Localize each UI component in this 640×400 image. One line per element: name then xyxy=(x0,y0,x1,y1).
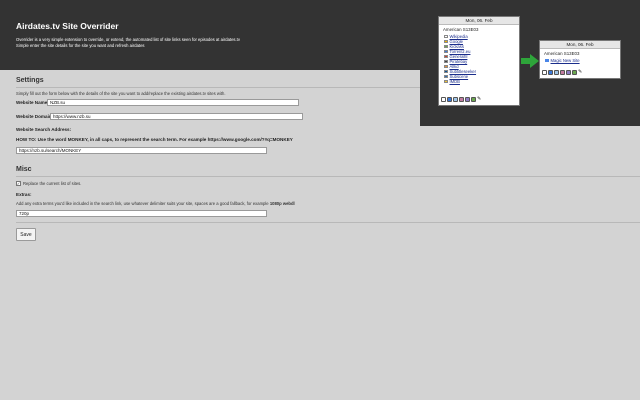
settings-divider xyxy=(16,87,420,88)
arrow-right-icon xyxy=(521,54,539,68)
wand-icon[interactable]: ✎ xyxy=(477,97,482,102)
preview-site-link[interactable]: IMDB xyxy=(450,79,460,84)
search-address-input[interactable] xyxy=(16,147,267,154)
site-icon xyxy=(444,44,448,49)
wand-icon[interactable]: ✎ xyxy=(578,70,583,75)
preview-site-item: Magic New Site xyxy=(545,58,620,63)
service-icon[interactable] xyxy=(465,97,470,102)
settings-intro: Simply fill out the form below with the … xyxy=(16,91,226,96)
preview-card-date: Mon, 06. Feb xyxy=(439,17,519,25)
site-icon xyxy=(444,69,448,74)
extras-description-text: Add any extra terms you'd like included … xyxy=(16,201,270,206)
website-name-input[interactable] xyxy=(47,99,299,106)
service-icon[interactable] xyxy=(441,97,446,102)
preview-site-list: Wikipedia Google Kickass Torrentz.eu General… xyxy=(439,34,519,84)
description-line-2: Simple enter the site details for the si… xyxy=(16,43,145,48)
service-icon[interactable] xyxy=(453,97,458,102)
preview-card-icons: ✎ xyxy=(441,97,483,102)
site-icon xyxy=(444,39,448,44)
site-icon xyxy=(444,49,448,54)
site-icon xyxy=(444,59,448,64)
service-icon[interactable] xyxy=(542,70,547,75)
website-domain-label: Website Domain: xyxy=(16,114,54,119)
check-icon: ✓ xyxy=(16,180,21,186)
site-icon xyxy=(444,64,448,69)
site-icon xyxy=(444,54,448,59)
extras-description-example: 1080p webdl xyxy=(269,201,295,206)
settings-heading: Settings xyxy=(16,77,44,84)
preview-card-show: American S13E03 xyxy=(443,27,479,32)
page-title: Airdates.tv Site Overrider xyxy=(16,21,119,31)
site-icon xyxy=(444,34,448,39)
site-icon xyxy=(545,58,549,63)
preview-card-before: Mon, 06. Feb American S13E03 Wikipedia Go… xyxy=(438,16,520,106)
service-icon[interactable] xyxy=(566,70,571,75)
replace-sites-label: Replace the current list of sites. xyxy=(23,181,82,186)
site-icon xyxy=(444,79,448,84)
service-icon[interactable] xyxy=(447,97,452,102)
website-domain-input[interactable] xyxy=(50,113,303,120)
preview-site-link[interactable]: Magic New Site xyxy=(551,58,580,63)
service-icon[interactable] xyxy=(459,97,464,102)
site-icon xyxy=(444,74,448,79)
preview-card-date: Mon, 06. Feb xyxy=(540,41,620,49)
footer-divider xyxy=(16,222,640,223)
service-icon[interactable] xyxy=(471,97,476,102)
service-icon[interactable] xyxy=(560,70,565,75)
service-icon[interactable] xyxy=(572,70,577,75)
replace-sites-checkbox[interactable]: ✓ xyxy=(16,181,21,186)
search-address-label: Website Search Address: xyxy=(16,127,72,132)
search-address-howto: HOW TO: Use the word MONKEY, in all caps… xyxy=(16,137,293,142)
preview-card-show: American S13E03 xyxy=(544,51,580,56)
extras-input[interactable] xyxy=(16,210,267,217)
website-name-label: Website Name: xyxy=(16,100,49,105)
extras-label: Extras: xyxy=(16,192,32,197)
service-icon[interactable] xyxy=(554,70,559,75)
extras-description: Add any extra terms you'd like included … xyxy=(16,201,295,206)
preview-site-item: IMDB xyxy=(444,79,519,84)
misc-divider xyxy=(16,176,640,177)
save-button[interactable]: Save xyxy=(16,228,36,241)
preview-site-list: Magic New Site xyxy=(540,58,620,63)
preview-card-icons: ✎ xyxy=(542,70,584,75)
service-icon[interactable] xyxy=(548,70,553,75)
misc-heading: Misc xyxy=(16,166,32,173)
page-description: Overrider is a very simple extension to … xyxy=(16,37,316,49)
